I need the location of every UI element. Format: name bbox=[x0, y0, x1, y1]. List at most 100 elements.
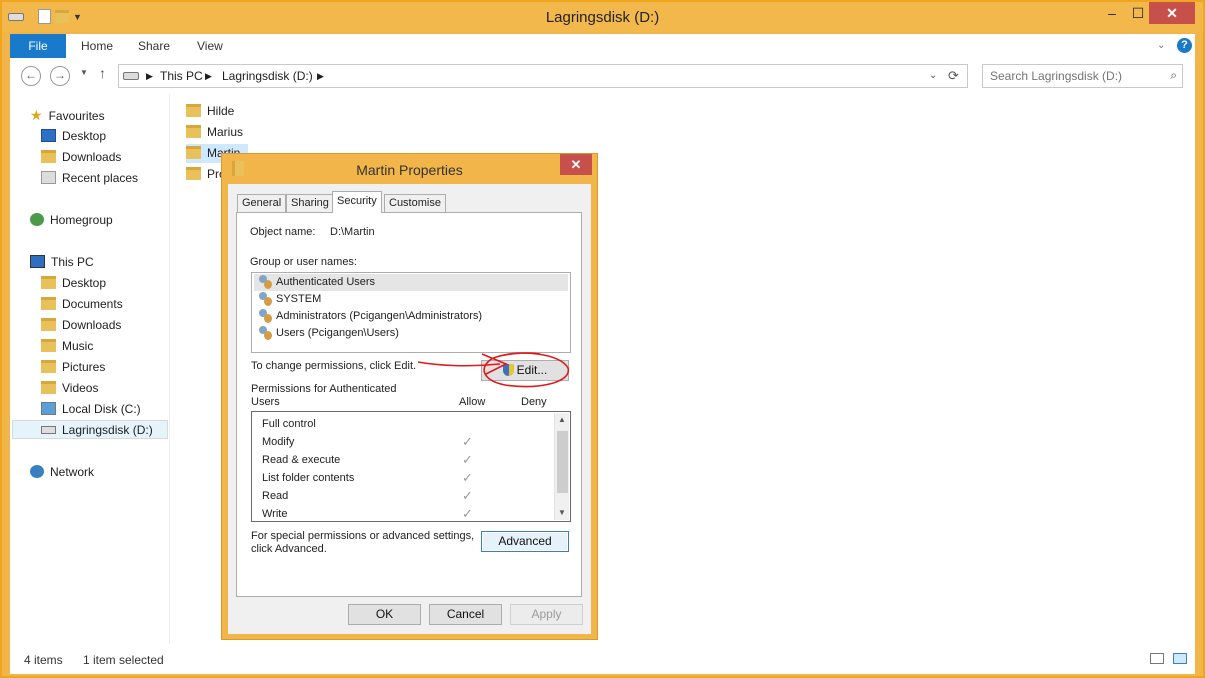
user-name: Authenticated Users bbox=[276, 276, 376, 288]
tab-view[interactable]: View bbox=[197, 34, 223, 58]
list-item[interactable]: SYSTEM bbox=[254, 291, 568, 308]
tab-file[interactable]: File bbox=[10, 34, 66, 58]
breadcrumb-this-pc[interactable]: This PC bbox=[160, 69, 203, 83]
nav-pc-videos[interactable]: Videos bbox=[41, 379, 98, 398]
edit-button[interactable]: Edit... bbox=[481, 360, 569, 381]
permission-row: Modify ✓ bbox=[262, 433, 552, 451]
nav-pc-pictures[interactable]: Pictures bbox=[41, 358, 105, 377]
special-permissions-text-2: click Advanced. bbox=[251, 543, 327, 555]
star-icon: ★ bbox=[30, 107, 43, 123]
tab-customise[interactable]: Customise bbox=[384, 194, 446, 212]
ok-button[interactable]: OK bbox=[348, 604, 421, 625]
nav-this-pc[interactable]: This PC bbox=[30, 253, 94, 272]
tab-home[interactable]: Home bbox=[81, 34, 113, 58]
pictures-folder-icon bbox=[41, 360, 56, 373]
nav-fav-downloads[interactable]: Downloads bbox=[41, 148, 121, 167]
nav-pc-lagringsdisk[interactable]: Lagringsdisk (D:) bbox=[12, 420, 168, 439]
nav-pc-music-label: Music bbox=[62, 339, 94, 353]
scrollbar-thumb[interactable] bbox=[557, 431, 568, 493]
dialog-close-button[interactable]: ✕ bbox=[560, 154, 592, 175]
properties-dialog: Martin Properties ✕ General Sharing Secu… bbox=[221, 153, 598, 640]
allow-column-header: Allow bbox=[459, 396, 486, 408]
user-name: Users (Pcigangen\Users) bbox=[276, 327, 399, 339]
tab-security[interactable]: Security bbox=[332, 191, 382, 213]
permission-name: List folder contents bbox=[262, 472, 355, 484]
search-icon[interactable]: ⌕ bbox=[1170, 68, 1177, 83]
search-input[interactable] bbox=[990, 69, 1160, 83]
permissions-scrollbar[interactable]: ▲ ▼ bbox=[554, 413, 569, 520]
nav-homegroup[interactable]: Homegroup bbox=[30, 211, 113, 230]
maximize-button[interactable]: ☐ bbox=[1124, 2, 1152, 24]
refresh-icon[interactable]: ⟳ bbox=[948, 68, 959, 84]
users-icon bbox=[257, 326, 273, 341]
nav-pc-documents[interactable]: Documents bbox=[41, 295, 123, 314]
list-item[interactable]: Authenticated Users bbox=[254, 274, 568, 291]
recent-locations-icon[interactable]: ▼ bbox=[80, 68, 88, 77]
chevron-right-icon[interactable]: ▶ bbox=[146, 71, 153, 82]
tab-sharing[interactable]: Sharing bbox=[286, 194, 334, 212]
nav-pc-desktop-label: Desktop bbox=[62, 276, 107, 290]
up-button[interactable]: ↑ bbox=[99, 65, 106, 81]
tab-share[interactable]: Share bbox=[138, 34, 170, 58]
desktop-icon bbox=[41, 129, 56, 142]
nav-pc-downloads-label: Downloads bbox=[62, 318, 122, 332]
chevron-down-icon[interactable]: ⌄ bbox=[929, 70, 937, 81]
file-name: Marius bbox=[207, 125, 244, 139]
user-name: SYSTEM bbox=[276, 293, 322, 305]
nav-pc-desktop[interactable]: Desktop bbox=[41, 274, 106, 293]
homegroup-icon bbox=[30, 213, 44, 226]
chevron-right-icon[interactable]: ▶ bbox=[317, 71, 324, 82]
network-icon bbox=[30, 465, 44, 478]
nav-this-pc-label: This PC bbox=[51, 255, 94, 269]
permission-row: Full control bbox=[262, 415, 552, 433]
nav-pc-downloads[interactable]: Downloads bbox=[41, 316, 121, 335]
documents-folder-icon bbox=[41, 297, 56, 310]
permission-row: Write ✓ bbox=[262, 505, 552, 523]
file-name: Hilde bbox=[207, 104, 235, 118]
address-bar[interactable]: ▶ This PC ▶ Lagringsdisk (D:) ▶ ⌄ ⟳ bbox=[118, 64, 968, 88]
nav-fav-recent-label: Recent places bbox=[62, 171, 139, 185]
large-icons-view-icon[interactable] bbox=[1173, 653, 1187, 664]
nav-pc-videos-label: Videos bbox=[62, 381, 99, 395]
list-item[interactable]: Marius bbox=[186, 123, 306, 142]
back-button[interactable]: ← bbox=[21, 66, 41, 86]
object-name-value: D:\Martin bbox=[330, 226, 375, 238]
ribbon-expand-icon[interactable]: ⌄ bbox=[1157, 34, 1165, 58]
nav-fav-desktop[interactable]: Desktop bbox=[41, 127, 106, 146]
explorer-window: ▼ Lagringsdisk (D:) – ☐ ✕ File Home Shar… bbox=[2, 2, 1203, 676]
user-list[interactable]: Authenticated Users SYSTEM Administrator… bbox=[251, 272, 571, 353]
apply-button[interactable]: Apply bbox=[510, 604, 583, 625]
nav-network[interactable]: Network bbox=[30, 463, 94, 482]
downloads-folder-icon bbox=[41, 318, 56, 331]
users-icon bbox=[257, 292, 273, 307]
chevron-right-icon[interactable]: ▶ bbox=[205, 71, 212, 82]
list-item[interactable]: Administrators (Pcigangen\Administrators… bbox=[254, 308, 568, 325]
advanced-button[interactable]: Advanced bbox=[481, 531, 569, 552]
cancel-button[interactable]: Cancel bbox=[429, 604, 502, 625]
permissions-list[interactable]: Full control Modify ✓ Read & execute ✓ Lis… bbox=[251, 411, 571, 522]
permission-row: Read ✓ bbox=[262, 487, 552, 505]
tab-general[interactable]: General bbox=[237, 194, 287, 212]
help-icon[interactable]: ? bbox=[1177, 38, 1192, 53]
nav-favourites[interactable]: ★ Favourites bbox=[30, 106, 105, 125]
scroll-up-icon[interactable]: ▲ bbox=[558, 415, 566, 424]
search-box[interactable]: ⌕ bbox=[982, 64, 1183, 88]
special-permissions-text: For special permissions or advanced sett… bbox=[251, 530, 475, 542]
list-item[interactable]: Users (Pcigangen\Users) bbox=[254, 325, 568, 342]
permissions-for-label-2: Users bbox=[251, 396, 280, 408]
deny-column-header: Deny bbox=[521, 396, 547, 408]
minimize-button[interactable]: – bbox=[1098, 2, 1126, 24]
local-disk-icon bbox=[41, 402, 56, 415]
close-button[interactable]: ✕ bbox=[1149, 2, 1195, 24]
list-item[interactable]: Hilde bbox=[186, 102, 306, 121]
nav-pc-music[interactable]: Music bbox=[41, 337, 93, 356]
breadcrumb-drive[interactable]: Lagringsdisk (D:) bbox=[222, 69, 313, 83]
nav-fav-recent[interactable]: Recent places bbox=[41, 169, 138, 188]
users-icon bbox=[257, 309, 273, 324]
scroll-down-icon[interactable]: ▼ bbox=[558, 508, 566, 517]
forward-button[interactable]: → bbox=[50, 66, 70, 86]
nav-pc-local-disk[interactable]: Local Disk (C:) bbox=[41, 400, 141, 419]
drive-icon bbox=[123, 72, 139, 80]
details-view-icon[interactable] bbox=[1150, 653, 1164, 664]
window-title: Lagringsdisk (D:) bbox=[545, 9, 660, 26]
